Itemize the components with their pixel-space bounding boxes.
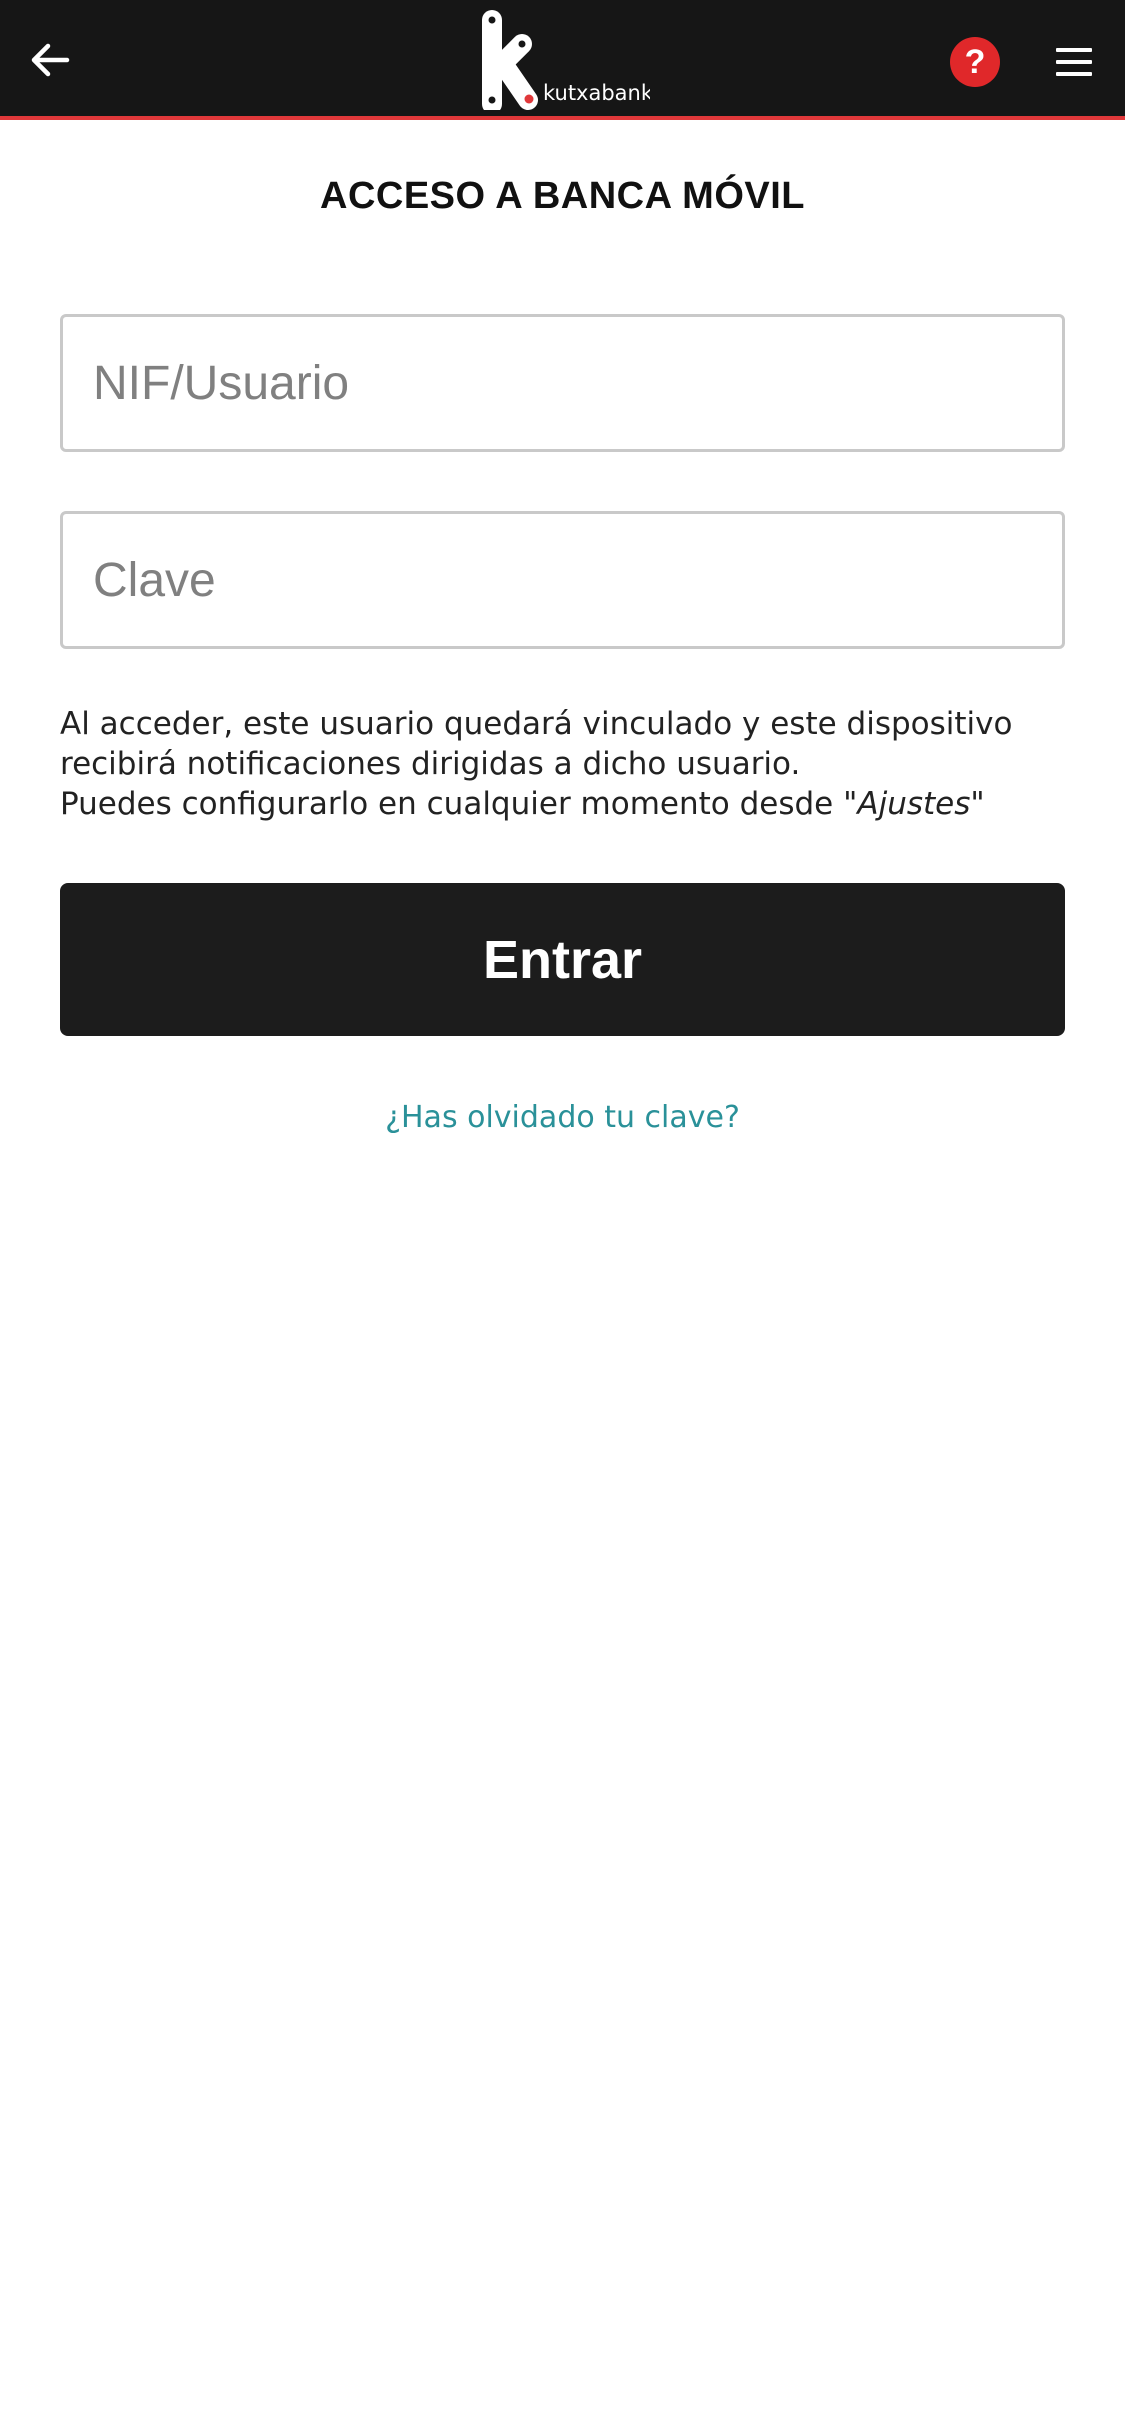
help-button[interactable]: ?: [950, 37, 1000, 87]
menu-line: [1056, 60, 1092, 64]
top-app-bar: kutxabank ?: [0, 0, 1125, 120]
notice-line-2-text: Puedes configurarlo en cualquier momento…: [60, 786, 844, 822]
notice-line-1: Al acceder, este usuario quedará vincula…: [60, 706, 1013, 782]
hamburger-menu-icon[interactable]: [1050, 40, 1098, 84]
help-label: ?: [964, 42, 986, 81]
password-input[interactable]: [63, 514, 1062, 646]
forgot-password-link[interactable]: ¿Has olvidado tu clave?: [0, 1100, 1125, 1135]
kutxabank-logo-mark: kutxabank: [482, 10, 654, 114]
nif-user-input[interactable]: [63, 317, 1062, 449]
arrow-left-icon: [31, 43, 70, 77]
kutxabank-logo: kutxabank: [478, 10, 654, 114]
device-link-notice: Al acceder, este usuario quedará vincula…: [60, 704, 1080, 824]
nif-user-field[interactable]: [60, 314, 1065, 452]
notice-line-2: Puedes configurarlo en cualquier momento…: [60, 784, 1080, 824]
back-button[interactable]: [22, 28, 78, 92]
brand-name: kutxabank: [543, 81, 650, 105]
settings-reference: "Ajustes": [843, 786, 985, 822]
menu-line: [1056, 48, 1092, 52]
password-field[interactable]: [60, 511, 1065, 649]
enter-button[interactable]: Entrar: [60, 883, 1065, 1036]
page-title: ACCESO A BANCA MÓVIL: [320, 175, 805, 218]
menu-line: [1056, 72, 1092, 76]
enter-button-label: Entrar: [482, 929, 643, 990]
